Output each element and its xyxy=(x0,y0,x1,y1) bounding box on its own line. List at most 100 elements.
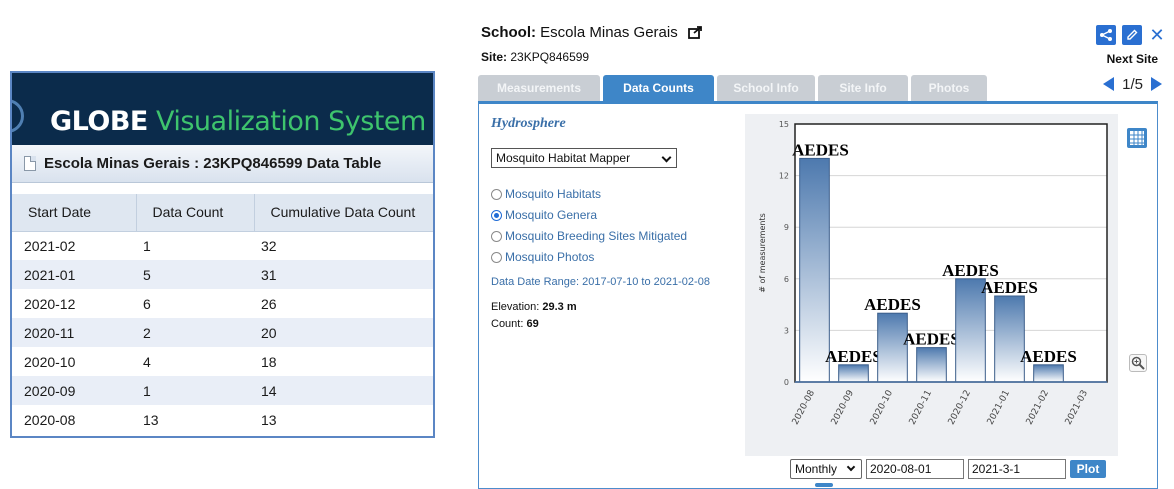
close-icon[interactable]: ✕ xyxy=(1148,25,1166,46)
table-row: 2020-09 1 14 xyxy=(12,376,433,405)
school-label: School: xyxy=(481,24,536,41)
bar-label: AEDES xyxy=(1020,347,1077,366)
radio-mosquito-habitats[interactable]: Mosquito Habitats xyxy=(491,186,601,202)
y-tick-label: 3 xyxy=(784,326,789,335)
radio-label: Mosquito Genera xyxy=(505,208,598,222)
table-titlebar: Escola Minas Gerais : 23KPQ846599 Data T… xyxy=(12,145,433,183)
app-title: GLOBE Visualization System xyxy=(50,106,426,137)
tab-data-counts[interactable]: Data Counts xyxy=(603,75,714,101)
bar-label: AEDES xyxy=(981,278,1038,297)
tab-bar: Measurements Data Counts School Info Sit… xyxy=(478,75,987,101)
count-value: 69 xyxy=(526,318,539,330)
x-tick-label: 2020-11 xyxy=(908,389,934,427)
scrollbar-handle[interactable] xyxy=(815,483,833,487)
bar xyxy=(916,347,947,383)
y-tick-label: 12 xyxy=(779,172,789,181)
start-date-input[interactable]: 2020-08-01 xyxy=(866,459,964,479)
data-count-chart: 0 3 6 9 12 15 AEDES 2020-08 AEDES 2020-09 AEDES 202… xyxy=(745,114,1118,456)
cell-data-count: 5 xyxy=(136,260,254,289)
cell-data-count: 1 xyxy=(136,376,254,405)
cell-start-date: 2020-11 xyxy=(12,318,136,347)
x-tick-label: 2021-01 xyxy=(986,389,1012,427)
document-icon xyxy=(24,156,36,171)
data-count-table: Start Date Data Count Cumulative Data Co… xyxy=(12,194,433,434)
tab-measurements[interactable]: Measurements xyxy=(478,75,600,101)
external-link-icon[interactable] xyxy=(688,26,703,39)
radio-button-selected[interactable] xyxy=(491,209,502,221)
globe-logo-icon xyxy=(12,99,24,133)
cell-cumulative: 14 xyxy=(254,376,433,405)
share-icon[interactable] xyxy=(1096,25,1116,45)
bar-label: AEDES xyxy=(942,261,999,280)
next-site-icon[interactable] xyxy=(1151,77,1162,91)
cell-cumulative: 31 xyxy=(254,260,433,289)
bar-label: AEDES xyxy=(903,330,960,349)
cell-start-date: 2021-02 xyxy=(24,237,76,254)
protocol-select[interactable]: Mosquito Habitat Mapper xyxy=(491,148,677,168)
tab-site-info[interactable]: Site Info xyxy=(818,75,908,101)
data-table-window: GLOBE Visualization System Escola Minas … xyxy=(10,71,435,438)
radio-label: Mosquito Photos xyxy=(505,250,595,264)
radio-button[interactable] xyxy=(491,230,502,242)
cell-start-date: 2020-10 xyxy=(24,353,76,370)
cell-data-count: 4 xyxy=(143,353,151,370)
panel-actions: ✕ xyxy=(1096,24,1166,46)
column-header-data-count[interactable]: Data Count xyxy=(136,194,255,232)
radio-button[interactable] xyxy=(491,188,502,200)
school-line: School: Escola Minas Gerais xyxy=(481,24,703,41)
cell-cumulative: 26 xyxy=(261,295,277,312)
table-row: 2020-12 6 26 xyxy=(12,289,433,318)
elevation-value: 29.3 m xyxy=(542,301,577,313)
bar xyxy=(1033,364,1064,383)
x-tick-label: 2020-09 xyxy=(830,388,857,426)
interval-select[interactable]: Monthly xyxy=(790,459,862,479)
site-id: 23KPQ846599 xyxy=(510,50,590,64)
radio-label: Mosquito Habitats xyxy=(505,187,602,201)
count-info: Count: 69 xyxy=(491,318,539,330)
cell-cumulative: 18 xyxy=(261,353,277,370)
x-tick-label: 2020-10 xyxy=(869,388,896,426)
data-date-range: Data Date Range: 2017-07-10 to 2021-02-0… xyxy=(491,276,710,288)
edit-icon[interactable] xyxy=(1122,25,1142,45)
cell-start-date: 2021-01 xyxy=(12,260,136,289)
cell-cumulative: 13 xyxy=(261,411,277,428)
bar-label: AEDES xyxy=(792,140,849,159)
tab-photos[interactable]: Photos xyxy=(911,75,987,101)
radio-breeding-sites-mitigated[interactable]: Mosquito Breeding Sites Mitigated xyxy=(491,228,687,244)
radio-mosquito-genera[interactable]: Mosquito Genera xyxy=(491,207,597,223)
radio-button[interactable] xyxy=(491,251,502,263)
column-header-start-date[interactable]: Start Date xyxy=(12,194,137,232)
table-row: 2020-10 4 18 xyxy=(12,347,433,376)
previous-site-icon[interactable] xyxy=(1103,77,1115,91)
pager-count: 1/5 xyxy=(1122,75,1143,93)
elevation-info: Elevation: 29.3 m xyxy=(491,301,577,313)
cell-start-date: 2020-08 xyxy=(24,411,76,428)
table-view-icon[interactable] xyxy=(1127,128,1147,148)
data-counts-content: Hydrosphere Mosquito Habitat Mapper Mosq… xyxy=(478,101,1158,489)
cell-cumulative: 32 xyxy=(261,237,277,254)
chart-svg: 0 3 6 9 12 15 AEDES 2020-08 AEDES 2020-09 AEDES 202… xyxy=(758,120,1108,427)
zoom-icon[interactable] xyxy=(1129,354,1147,372)
y-axis-label: # of measurements xyxy=(758,213,767,292)
cell-data-count: 2 xyxy=(136,318,254,347)
y-tick-label: 9 xyxy=(784,223,789,232)
site-label: Site: xyxy=(481,50,508,64)
y-tick-label: 15 xyxy=(779,120,789,129)
plot-button[interactable]: Plot xyxy=(1070,460,1106,478)
cell-data-count: 13 xyxy=(143,411,159,428)
section-title: Hydrosphere xyxy=(491,116,566,131)
end-date-input[interactable]: 2021-3-1 xyxy=(968,459,1066,479)
table-row: 2021-01 5 31 xyxy=(12,260,433,289)
table-row: 2020-11 2 20 xyxy=(12,318,433,347)
protocol-select-value: Mosquito Habitat Mapper xyxy=(496,151,631,165)
tab-school-info[interactable]: School Info xyxy=(717,75,815,101)
bar-label: AEDES xyxy=(864,295,921,314)
site-line: Site: 23KPQ846599 xyxy=(481,50,589,64)
next-site-label: Next Site xyxy=(1106,52,1158,66)
cell-cumulative: 20 xyxy=(254,318,433,347)
x-tick-label: 2021-03 xyxy=(1064,389,1090,427)
bar xyxy=(994,295,1025,383)
y-tick-label: 6 xyxy=(784,275,789,284)
radio-mosquito-photos[interactable]: Mosquito Photos xyxy=(491,249,594,265)
column-header-cumulative[interactable]: Cumulative Data Count xyxy=(254,194,433,232)
